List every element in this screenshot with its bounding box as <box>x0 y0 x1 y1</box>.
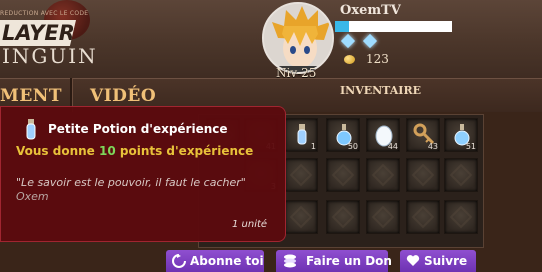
slot-count: 44 <box>387 142 398 151</box>
heart-icon <box>406 255 420 266</box>
inventory-slot[interactable] <box>284 200 318 234</box>
slot-count: 50 <box>347 142 358 151</box>
inventory-slot[interactable]: 1 <box>284 118 318 152</box>
empty-slot-icon <box>449 205 473 229</box>
nav-item-video[interactable]: VIDÉO <box>90 86 156 106</box>
inventory-slot[interactable]: 50 <box>326 118 360 152</box>
inventory-slot[interactable] <box>366 200 400 234</box>
inventory-slot[interactable] <box>406 158 440 192</box>
follow-button[interactable]: Suivre <box>400 250 476 272</box>
logo-sub-text: INGUIN <box>2 44 98 68</box>
avatar[interactable] <box>262 2 334 74</box>
gold-amount: 123 <box>366 52 389 66</box>
empty-slot-icon <box>411 205 435 229</box>
inventory-title[interactable]: INVENTAIRE <box>340 84 421 97</box>
tooltip-description: Vous donne 10 points d'expérience <box>16 144 253 158</box>
username[interactable]: OxemTV <box>340 3 401 18</box>
logo-main-text: LAYERS <box>0 20 91 46</box>
inventory-slot[interactable] <box>326 158 360 192</box>
inventory-slot[interactable] <box>284 158 318 192</box>
tooltip-desc-number: 10 <box>98 144 116 158</box>
tooltip-units: 1 unité <box>232 219 268 230</box>
tooltip-desc-after: points d'expérience <box>115 144 254 158</box>
empty-slot-icon <box>449 163 473 187</box>
inventory-slot[interactable]: 44 <box>366 118 400 152</box>
empty-slot-icon <box>331 163 355 187</box>
avatar-portrait-icon <box>264 4 332 72</box>
inventory-slot[interactable] <box>366 158 400 192</box>
xp-bar-fill <box>335 21 349 32</box>
empty-slot-icon <box>331 205 355 229</box>
inventory-slot[interactable]: 43 <box>406 118 440 152</box>
empty-slot-icon <box>289 163 313 187</box>
xp-bar <box>335 21 452 32</box>
empty-slot-icon <box>371 163 395 187</box>
empty-slot-icon <box>411 163 435 187</box>
coin-icon <box>344 55 355 64</box>
tooltip-title: Petite Potion d'expérience <box>48 122 228 136</box>
follow-label: Suivre <box>424 254 468 268</box>
inventory-slot[interactable] <box>444 158 478 192</box>
sponsor-logo[interactable]: RÉDUCTION AVEC LE CODE LAYERS INGUIN <box>0 0 110 78</box>
coins-icon <box>284 254 296 268</box>
empty-slot-icon <box>371 205 395 229</box>
nav-item-left[interactable]: MENT <box>0 86 62 106</box>
tooltip-desc-before: Vous donne <box>16 144 99 158</box>
tooltip-quote: "Le savoir est le pouvoir, il faut le ca… <box>16 176 246 189</box>
inventory-slot[interactable] <box>406 200 440 234</box>
game-screen: RÉDUCTION AVEC LE CODE LAYERS INGUIN Niv… <box>0 0 542 272</box>
inventory-slot[interactable] <box>326 200 360 234</box>
logo-small-text: RÉDUCTION AVEC LE CODE <box>0 10 89 17</box>
refresh-icon <box>172 254 186 268</box>
subscribe-label: Abonne toi <box>190 254 264 268</box>
donate-label: Faire un Don <box>306 254 392 268</box>
slot-count: 1 <box>310 142 316 151</box>
donate-button[interactable]: Faire un Don <box>276 250 392 272</box>
inventory-slot[interactable]: 51 <box>444 118 478 152</box>
slot-count: 51 <box>465 142 476 151</box>
potion-icon <box>26 119 36 140</box>
slot-count: 43 <box>427 142 438 151</box>
inventory-slot[interactable] <box>444 200 478 234</box>
empty-slot-icon <box>289 205 313 229</box>
tooltip-author: Oxem <box>16 190 49 203</box>
subscribe-button[interactable]: Abonne toi <box>166 250 264 272</box>
